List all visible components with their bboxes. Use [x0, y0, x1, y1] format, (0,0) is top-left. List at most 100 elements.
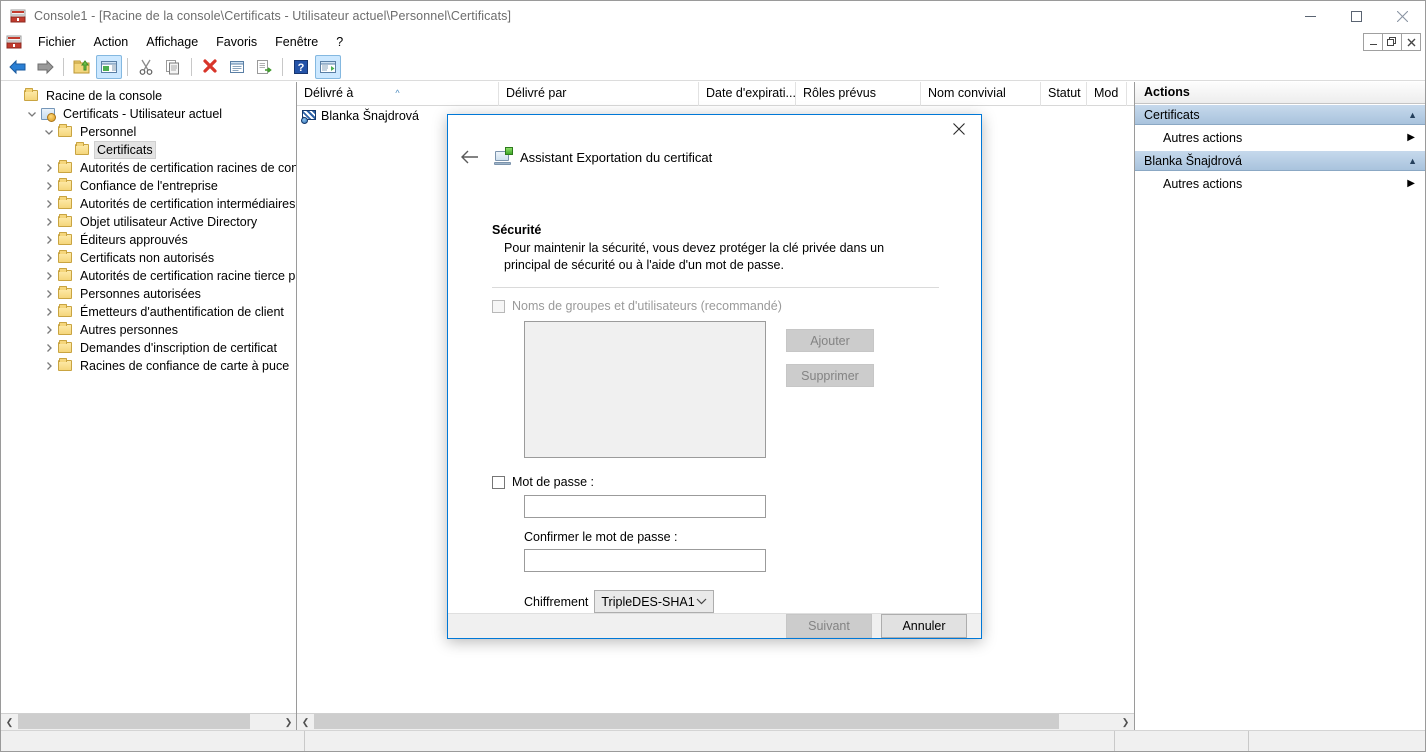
- actions-item[interactable]: Autres actions ▶: [1135, 125, 1425, 150]
- delete-icon[interactable]: [197, 55, 223, 79]
- tree-node-label: Certificats non autorisés: [80, 251, 215, 265]
- chevron-right-icon[interactable]: [41, 160, 57, 176]
- mdi-restore-button[interactable]: [1382, 33, 1402, 51]
- listview-column-header[interactable]: Date d'expirati...: [699, 82, 796, 106]
- tree-node[interactable]: Autres personnes: [1, 321, 296, 339]
- chevron-right-icon[interactable]: [41, 358, 57, 374]
- chevron-up-icon[interactable]: ▲: [1408, 110, 1417, 120]
- listview-column-header[interactable]: Nom convivial: [921, 82, 1041, 106]
- tree-node[interactable]: Demandes d'inscription de certificat: [1, 339, 296, 357]
- listview-column-header[interactable]: Rôles prévus: [796, 82, 921, 106]
- chevron-up-icon[interactable]: ▲: [1408, 156, 1417, 166]
- console-tree-pane: Racine de la console Certificats - Utilis…: [1, 82, 297, 730]
- actions-item[interactable]: Autres actions ▶: [1135, 171, 1425, 196]
- chevron-right-icon[interactable]: [41, 340, 57, 356]
- export-list-icon[interactable]: [251, 55, 277, 79]
- confirm-password-input[interactable]: [524, 549, 766, 572]
- password-checkbox[interactable]: [492, 476, 505, 489]
- tree-node[interactable]: Personnes autorisées: [1, 285, 296, 303]
- tree-node[interactable]: Personnel: [1, 123, 296, 141]
- add-button[interactable]: Ajouter: [786, 329, 874, 352]
- menu-item-action[interactable]: Action: [85, 33, 138, 51]
- actions-group-header[interactable]: Blanka Šnajdrová ▲: [1135, 150, 1425, 171]
- show-hide-tree-icon[interactable]: [96, 54, 122, 79]
- password-block: Mot de passe : Confirmer le mot de passe…: [492, 475, 939, 613]
- tree-node[interactable]: Objet utilisateur Active Directory: [1, 213, 296, 231]
- scroll-right-arrow[interactable]: ❯: [280, 714, 296, 730]
- menu-item-favoris[interactable]: Favoris: [207, 33, 266, 51]
- folder-icon: [57, 196, 73, 212]
- chevron-right-icon[interactable]: [41, 250, 57, 266]
- help-icon[interactable]: ?: [288, 55, 314, 79]
- scroll-right-arrow[interactable]: ❯: [1117, 714, 1134, 730]
- actions-group-header[interactable]: Certificats ▲: [1135, 104, 1425, 125]
- group-users-listbox[interactable]: [524, 321, 766, 458]
- listview-column-header[interactable]: Mod: [1087, 82, 1127, 106]
- back-icon[interactable]: [5, 55, 31, 79]
- chevron-right-icon[interactable]: [41, 214, 57, 230]
- chevron-right-icon[interactable]: [41, 322, 57, 338]
- scroll-thumb[interactable]: [314, 714, 1059, 729]
- show-action-pane-icon[interactable]: [315, 54, 341, 79]
- cancel-button[interactable]: Annuler: [881, 614, 967, 638]
- chevron-right-icon[interactable]: [41, 268, 57, 284]
- group-users-checkbox[interactable]: [492, 300, 505, 313]
- tree-node[interactable]: Éditeurs approuvés: [1, 231, 296, 249]
- tree-node[interactable]: Certificats: [1, 141, 296, 159]
- tree-node[interactable]: Certificats non autorisés: [1, 249, 296, 267]
- menu-item-help[interactable]: ?: [327, 33, 352, 51]
- properties-icon[interactable]: [224, 55, 250, 79]
- tree-node[interactable]: Autorités de certification racine tierce…: [1, 267, 296, 285]
- tree-node[interactable]: Confiance de l'entreprise: [1, 177, 296, 195]
- scroll-thumb[interactable]: [18, 714, 250, 729]
- scroll-left-arrow[interactable]: ❮: [297, 714, 314, 730]
- tree-node[interactable]: Autorités de certification racines de co…: [1, 159, 296, 177]
- menu-item-fenetre[interactable]: Fenêtre: [266, 33, 327, 51]
- listview-column-header[interactable]: Délivré à ^: [297, 82, 499, 106]
- scroll-left-arrow[interactable]: ❮: [1, 714, 18, 730]
- actions-groups: Certificats ▲ Autres actions ▶ Blanka Šnajdr…: [1135, 104, 1425, 196]
- forward-icon[interactable]: [32, 55, 58, 79]
- tree-node[interactable]: Certificats - Utilisateur actuel: [1, 105, 296, 123]
- listview-column-header[interactable]: Statut: [1041, 82, 1087, 106]
- tree-horizontal-scrollbar[interactable]: ❮ ❯: [1, 713, 296, 730]
- tree-node[interactable]: Autorités de certification intermédiaire…: [1, 195, 296, 213]
- scroll-track[interactable]: [314, 714, 1117, 730]
- tree-node-label: Autorités de certification racines de co…: [80, 161, 297, 175]
- mdi-close-button[interactable]: [1401, 33, 1421, 51]
- menu-item-fichier[interactable]: Fichier: [29, 33, 85, 51]
- minimize-button[interactable]: [1287, 1, 1333, 31]
- chevron-right-icon[interactable]: [41, 196, 57, 212]
- up-folder-icon[interactable]: [69, 55, 95, 79]
- chevron-right-icon[interactable]: [41, 232, 57, 248]
- copy-icon[interactable]: [160, 55, 186, 79]
- dialog-close-button[interactable]: [937, 115, 981, 143]
- chevron-right-icon[interactable]: [41, 178, 57, 194]
- listview-column-label: Délivré à: [304, 86, 354, 100]
- mdi-minimize-button[interactable]: [1363, 33, 1383, 51]
- chevron-down-icon[interactable]: [24, 106, 40, 122]
- remove-button[interactable]: Supprimer: [786, 364, 874, 387]
- password-input[interactable]: [524, 495, 766, 518]
- tree-node[interactable]: Émetteurs d'authentification de client: [1, 303, 296, 321]
- encryption-select[interactable]: TripleDES-SHA1: [594, 590, 715, 613]
- chevron-down-icon[interactable]: [41, 124, 57, 140]
- list-horizontal-scrollbar[interactable]: ❮ ❯: [297, 713, 1134, 730]
- group-users-checkbox-row[interactable]: Noms de groupes et d'utilisateurs (recom…: [492, 299, 939, 313]
- listview-column-header[interactable]: Délivré par: [499, 82, 699, 106]
- chevron-right-icon[interactable]: [41, 286, 57, 302]
- next-button[interactable]: Suivant: [786, 614, 872, 638]
- cut-icon[interactable]: [133, 55, 159, 79]
- back-arrow-icon[interactable]: [456, 143, 484, 171]
- chevron-right-icon[interactable]: [41, 304, 57, 320]
- password-checkbox-row[interactable]: Mot de passe :: [492, 475, 939, 489]
- tree-node[interactable]: Racine de la console: [1, 87, 296, 105]
- folder-icon: [57, 286, 73, 302]
- maximize-button[interactable]: [1333, 1, 1379, 31]
- security-section-description: Pour maintenir la sécurité, vous devez p…: [504, 241, 885, 272]
- dialog-title: Assistant Exportation du certificat: [520, 149, 713, 165]
- tree-node[interactable]: Racines de confiance de carte à puce: [1, 357, 296, 375]
- menu-item-affichage[interactable]: Affichage: [137, 33, 207, 51]
- scroll-track[interactable]: [18, 714, 280, 730]
- close-button[interactable]: [1379, 1, 1425, 31]
